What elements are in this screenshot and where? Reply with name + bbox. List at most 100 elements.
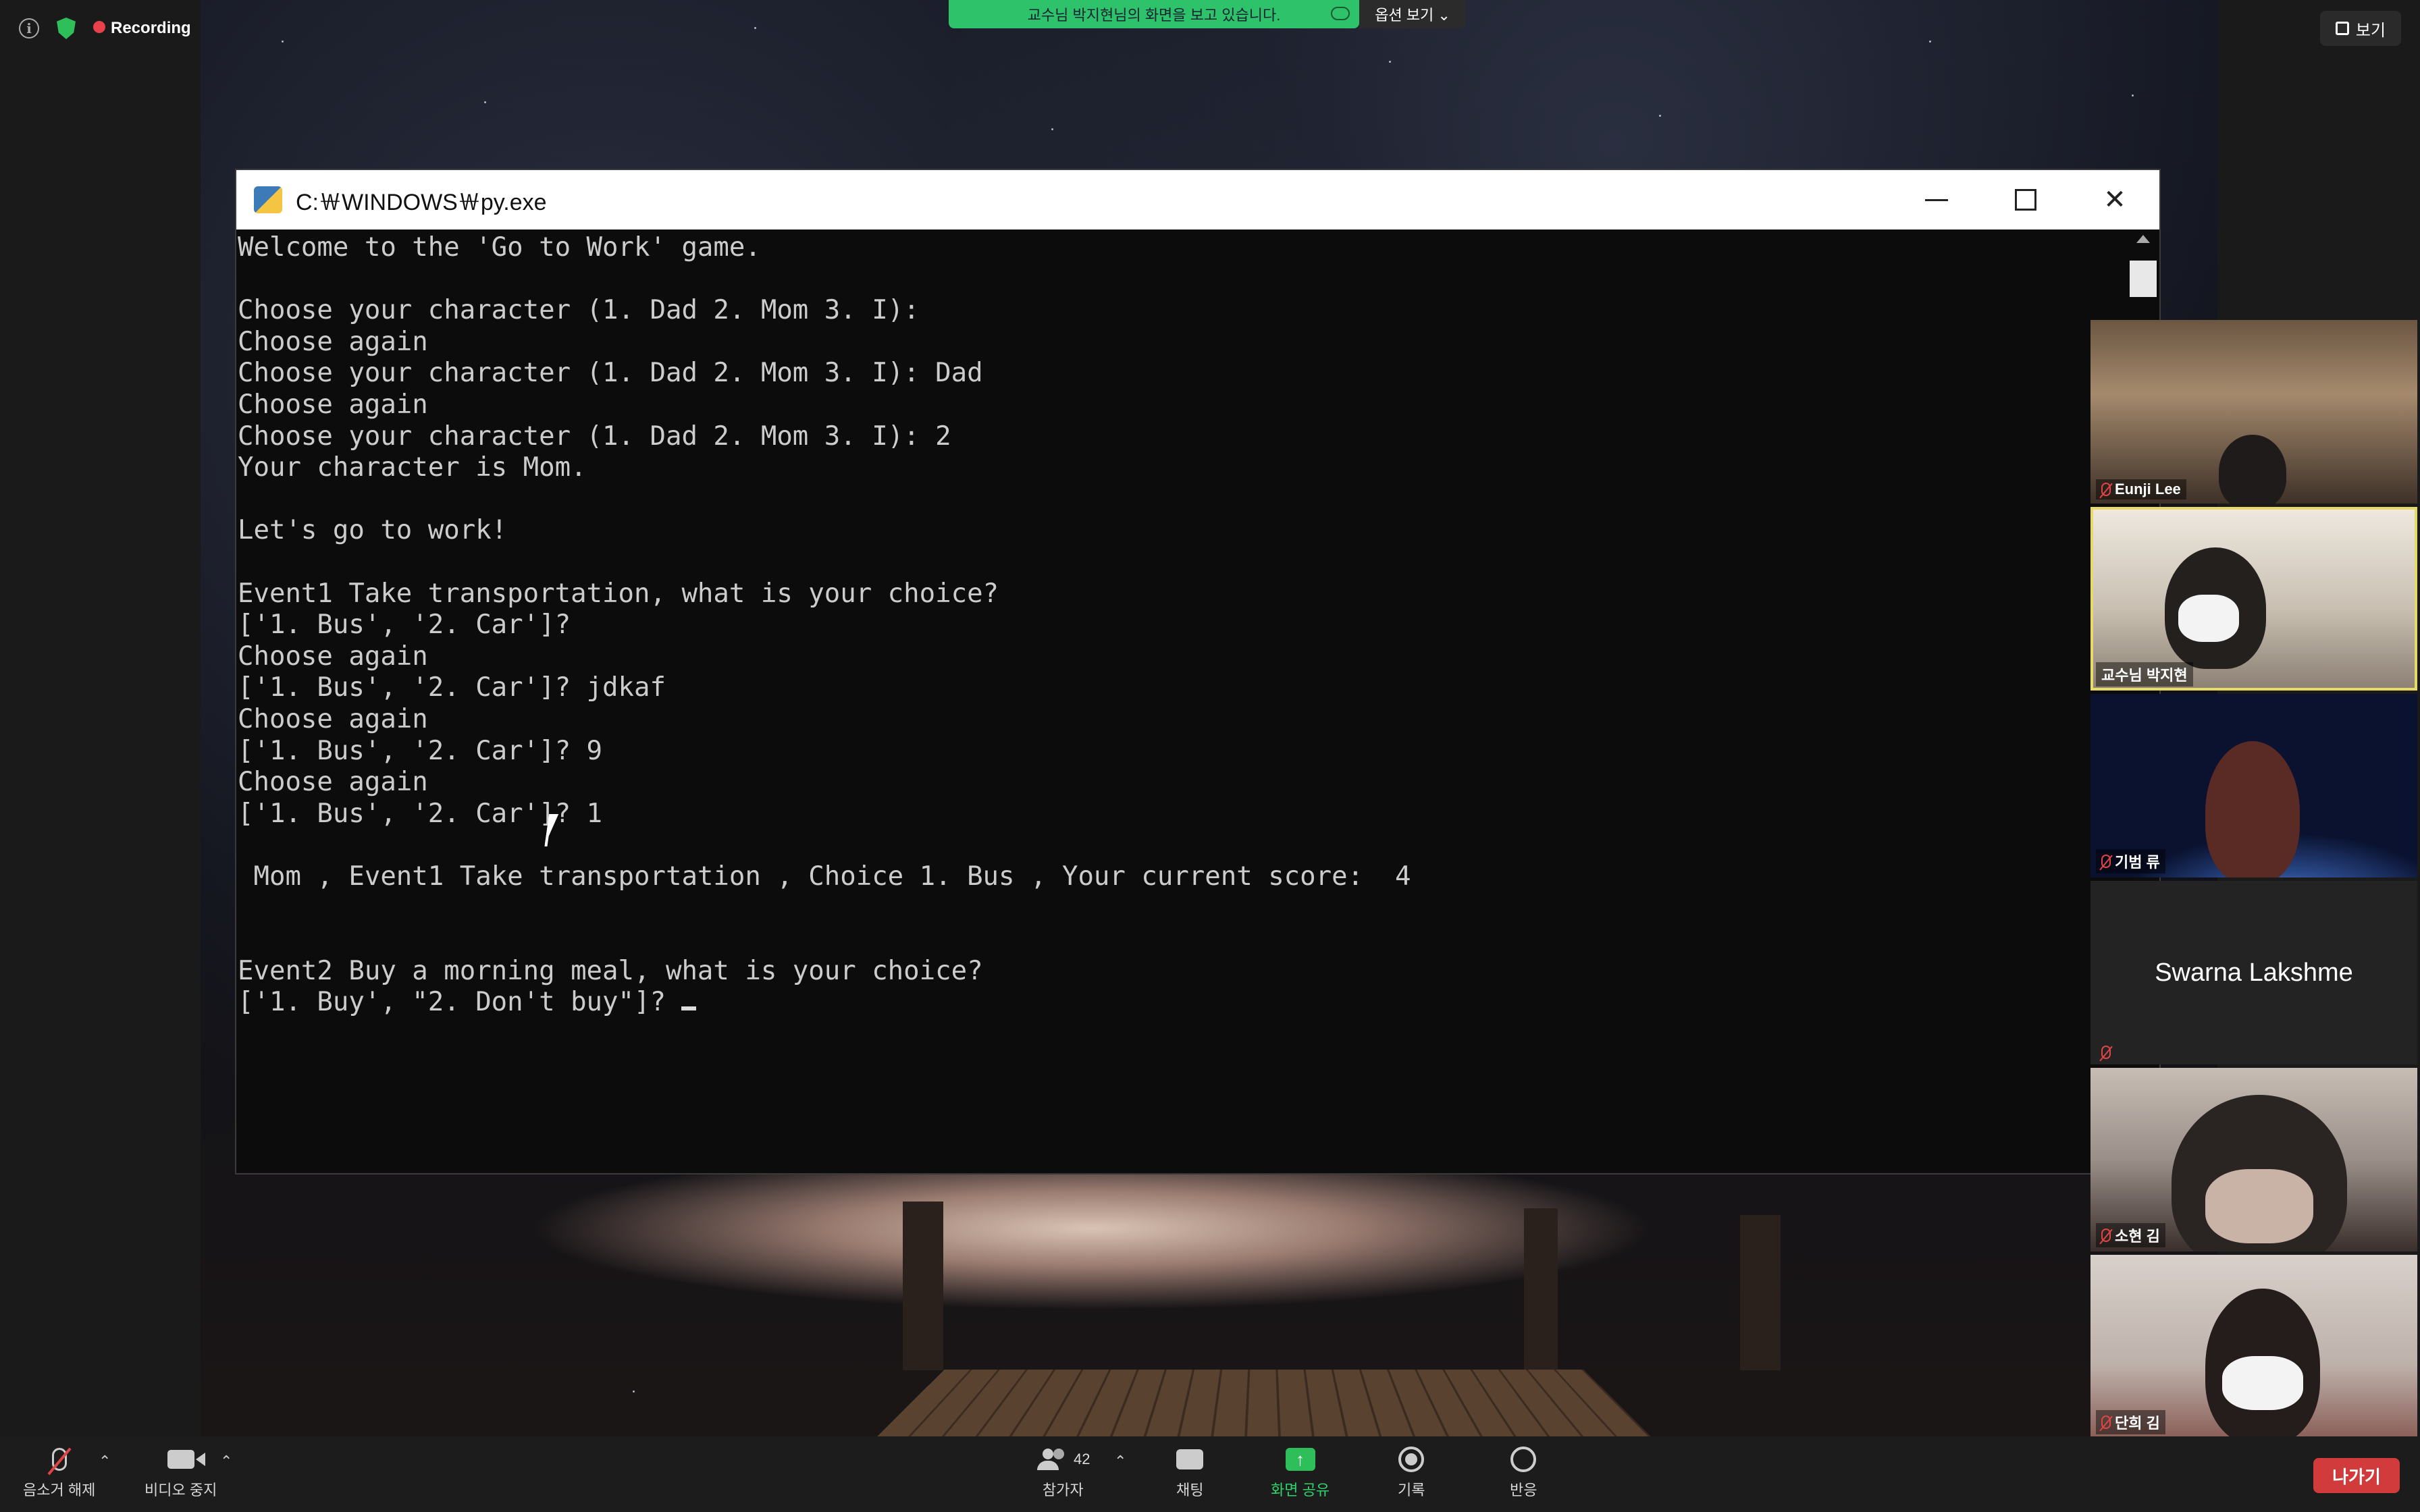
chat-icon (1176, 1449, 1204, 1469)
zoom-window: i Recording 교수님 박지현님의 화면을 보고 있습니다. 옵션 보기… (0, 0, 2420, 1512)
mic-muted-icon (51, 1448, 67, 1471)
reactions-label: 반응 (1510, 1482, 1537, 1498)
participants-label: 참가자 (1042, 1482, 1084, 1498)
participant-name-tag: Eunji Lee (2096, 479, 2186, 500)
muted-mic-icon (2101, 855, 2111, 868)
shield-icon[interactable] (57, 18, 76, 39)
console-line: Choose your character (1. Dad 2. Mom 3. … (238, 358, 983, 389)
unmute-button[interactable]: 음소거 해제 (23, 1446, 95, 1500)
muted-mic-icon (2101, 1046, 2111, 1059)
console-titlebar[interactable]: C:￦WINDOWS￦py.exe ✕ (236, 170, 2159, 230)
participants-count: 42 (1074, 1451, 1090, 1467)
muted-mic-icon (2101, 1228, 2111, 1242)
record-icon (1398, 1447, 1425, 1472)
console-line: ['1. Bus', '2. Car']? jdkaf (238, 672, 666, 703)
console-line: Event2 Buy a morning meal, what is your … (238, 955, 983, 986)
maximize-button[interactable] (1981, 170, 2070, 230)
share-screen-button[interactable]: ↑ 화면 공유 (1271, 1446, 1330, 1500)
participant-video (2219, 435, 2286, 504)
cloud-icon (1331, 7, 1350, 20)
unmute-label: 음소거 해제 (23, 1482, 96, 1498)
chat-label: 채팅 (1176, 1482, 1204, 1498)
chat-button[interactable]: 채팅 (1176, 1446, 1203, 1500)
stop-video-label: 비디오 중지 (144, 1482, 217, 1498)
window-controls: ✕ (1892, 170, 2159, 230)
participant-video (2205, 741, 2300, 878)
face-mask (2222, 1356, 2303, 1410)
close-icon: ✕ (2103, 184, 2126, 215)
participant-display-name: Swarna Lakshme (2155, 958, 2353, 987)
participant-name: 기범 류 (2115, 854, 2160, 871)
meeting-status: i Recording (19, 15, 191, 42)
reactions-button[interactable]: 반응 (1510, 1446, 1537, 1500)
video-camera-icon (167, 1450, 205, 1469)
console-line: Mom , Event1 Take transportation , Choic… (238, 861, 1411, 892)
console-line: ['1. Bus', '2. Car']? (238, 610, 571, 641)
participant-name: 교수님 박지현 (2101, 667, 2188, 684)
participant-name: Eunji Lee (2115, 481, 2181, 497)
audio-options-chevron-icon[interactable]: ⌃ (99, 1453, 111, 1470)
muted-mic-icon (2101, 1415, 2111, 1429)
console-line: Choose again (238, 767, 428, 798)
record-label: 기록 (1398, 1482, 1425, 1498)
participant-tile[interactable]: Eunji Lee (2090, 320, 2417, 504)
share-screen-label: 화면 공유 (1271, 1482, 1330, 1498)
recording-indicator[interactable]: Recording (93, 19, 191, 38)
scroll-up-icon[interactable] (2136, 235, 2150, 243)
console-line: Welcome to the 'Go to Work' game. (238, 232, 761, 263)
participant-tile[interactable]: Swarna Lakshme (2090, 881, 2417, 1064)
video-options-chevron-icon[interactable]: ⌃ (220, 1453, 232, 1470)
console-line: ['1. Bus', '2. Car']? 9 (238, 735, 603, 766)
view-label: 보기 (2355, 21, 2386, 40)
stop-video-button[interactable]: 비디오 중지 (144, 1446, 217, 1500)
view-button[interactable]: 보기 (2320, 11, 2401, 46)
python-icon (254, 186, 282, 213)
scroll-thumb[interactable] (2130, 261, 2157, 297)
console-line: Choose again (238, 703, 428, 734)
face-mask (2178, 595, 2239, 642)
share-screen-icon: ↑ (1285, 1448, 1315, 1471)
share-banner-text: 교수님 박지현님의 화면을 보고 있습니다. (1027, 7, 1281, 24)
minimize-button[interactable] (1892, 170, 1981, 230)
participant-name-tag: 기범 류 (2096, 849, 2165, 873)
record-button[interactable]: 기록 (1398, 1446, 1425, 1500)
view-options-button[interactable]: 옵션 보기 ⌄ (1359, 0, 1466, 28)
participant-tile[interactable]: 단희 김 (2090, 1255, 2417, 1438)
participant-tile[interactable]: 소현 김 (2090, 1068, 2417, 1251)
participant-name: 단희 김 (2115, 1415, 2160, 1432)
text-cursor (681, 1006, 697, 1011)
console-line: Event1 Take transportation, what is your… (238, 578, 999, 609)
leave-meeting-button[interactable]: 나가기 (2313, 1458, 2400, 1493)
console-line: Your character is Mom. (238, 452, 587, 483)
participants-chevron-icon[interactable]: ⌃ (1114, 1453, 1126, 1470)
reaction-emoji-icon (1510, 1447, 1537, 1472)
participant-tile[interactable]: 교수님 박지현 (2090, 507, 2417, 691)
console-title: C:￦WINDOWS￦py.exe (296, 189, 547, 215)
console-window: C:￦WINDOWS￦py.exe ✕ Welcome to the 'Go t… (235, 169, 2161, 1174)
recording-label: Recording (111, 19, 191, 37)
minimize-icon (1925, 198, 1948, 201)
participant-tile[interactable]: 기범 류 (2090, 694, 2417, 878)
participant-name-tag: 소현 김 (2096, 1223, 2165, 1247)
participant-name-tag (2096, 1044, 2116, 1060)
muted-mic-icon (2101, 483, 2111, 496)
console-line: ['1. Bus', '2. Car']? 1 (238, 798, 603, 829)
console-line: Let's go to work! (238, 515, 508, 546)
participant-gallery: Eunji Lee 교수님 박지현 기범 류 Swarna Lakshme 소현… (2090, 320, 2417, 1442)
console-output[interactable]: Welcome to the 'Go to Work' game. Choose… (236, 230, 2127, 1173)
grid-icon (2335, 22, 2349, 35)
console-line: Choose your character (1. Dad 2. Mom 3. … (238, 295, 920, 326)
console-line: ['1. Buy', "2. Don't buy"]? (238, 987, 2127, 1019)
dock-image (876, 1369, 1652, 1436)
participant-name-tag: 단희 김 (2096, 1410, 2165, 1434)
participants-button[interactable]: 42 참가자 (1036, 1446, 1090, 1500)
console-line: Choose again (238, 389, 428, 420)
close-button[interactable]: ✕ (2070, 170, 2159, 230)
meeting-toolbar: 음소거 해제 ⌃ 비디오 중지 ⌃ 42 참가자 ⌃ 채팅 ↑ 화면 공유 기록… (0, 1436, 2420, 1512)
info-icon[interactable]: i (19, 18, 39, 38)
participants-icon (1036, 1449, 1067, 1470)
